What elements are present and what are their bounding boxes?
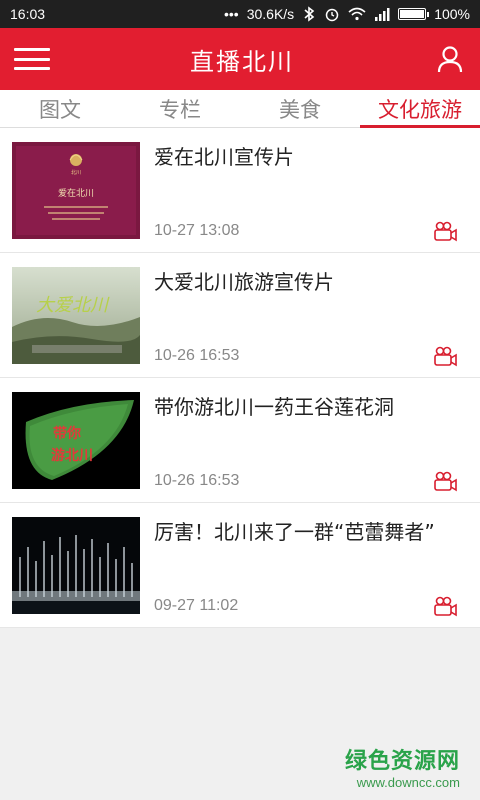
thumbnail-caption: 大爱北川 xyxy=(36,295,110,316)
item-info: 厉害！北川来了一群“芭蕾舞者” 09-27 11:02 xyxy=(140,517,468,617)
item-time: 10-27 13:08 xyxy=(154,222,240,239)
watermark-sub: www.downcc.com xyxy=(356,775,460,790)
item-title: 爱在北川宣传片 xyxy=(154,145,294,169)
category-tabs: 图文 专栏 美食 文化旅游 xyxy=(0,90,480,128)
item-title: 厉害！北川来了一群“芭蕾舞者” xyxy=(154,520,435,544)
list-item[interactable]: 厉害！北川来了一群“芭蕾舞者” 09-27 11:02 xyxy=(0,503,480,628)
more-dots-icon: ••• xyxy=(223,6,239,22)
tab-label: 图文 xyxy=(39,97,81,122)
list-item[interactable]: 北川 爱在北川 爱在北川宣传片 10-27 13:08 xyxy=(0,128,480,253)
battery-icon xyxy=(398,8,430,20)
thumbnail-caption: 爱在北川 xyxy=(58,187,94,199)
item-info: 带你游北川一药王谷莲花洞 10-26 16:53 xyxy=(140,392,468,492)
video-camera-icon xyxy=(434,221,457,242)
tab-meishi[interactable]: 美食 xyxy=(240,90,360,127)
status-right: ••• 30.6K/s 100% xyxy=(224,6,470,22)
item-info: 爱在北川宣传片 10-27 13:08 xyxy=(140,142,468,242)
thumbnail-caption: 带你 xyxy=(53,425,81,442)
item-meta: 10-26 16:53 xyxy=(154,470,468,492)
item-time: 10-26 16:53 xyxy=(154,347,240,364)
item-meta: 10-26 16:53 xyxy=(154,345,468,367)
video-thumbnail: 北川 爱在北川 xyxy=(12,142,140,239)
watermark: 绿色资源网 www.downcc.com xyxy=(345,743,460,790)
video-thumbnail: 大爱北川 xyxy=(12,267,140,364)
page-title: 直播北川 xyxy=(190,47,294,76)
video-camera-icon xyxy=(434,346,457,367)
tab-label: 专栏 xyxy=(159,97,201,122)
tab-tuwen[interactable]: 图文 xyxy=(0,90,120,127)
video-thumbnail: 带你 游北川 xyxy=(12,392,140,489)
signal-icon xyxy=(375,8,390,21)
item-title: 大爱北川旅游宣传片 xyxy=(154,270,334,294)
hamburger-menu-icon[interactable] xyxy=(14,45,50,73)
tab-wenhua-lvyou[interactable]: 文化旅游 xyxy=(360,90,480,128)
item-time: 09-27 11:02 xyxy=(154,597,239,614)
svg-text:北川: 北川 xyxy=(71,169,81,176)
item-meta: 09-27 11:02 xyxy=(154,595,468,617)
status-bar: 16:03 ••• 30.6K/s 100% xyxy=(0,0,480,28)
wifi-icon xyxy=(348,7,366,21)
list-item[interactable]: 大爱北川 大爱北川旅游宣传片 10-26 16:53 xyxy=(0,253,480,378)
watermark-main: 绿色资源网 xyxy=(344,749,460,774)
alarm-icon xyxy=(325,8,339,22)
video-list: 北川 爱在北川 爱在北川宣传片 10-27 13:08 大爱北川 大爱北川旅游宣… xyxy=(0,128,480,628)
bluetooth-icon xyxy=(304,6,315,22)
app-header: 直播北川 xyxy=(0,28,480,90)
item-info: 大爱北川旅游宣传片 10-26 16:53 xyxy=(140,267,468,367)
user-profile-icon[interactable] xyxy=(434,43,466,75)
tab-label: 美食 xyxy=(279,97,321,122)
item-time: 10-26 16:53 xyxy=(154,472,240,489)
video-camera-icon xyxy=(434,596,457,617)
status-time: 16:03 xyxy=(10,6,46,22)
item-meta: 10-27 13:08 xyxy=(154,220,468,242)
item-title: 带你游北川一药王谷莲花洞 xyxy=(154,395,394,419)
video-camera-icon xyxy=(434,471,457,492)
thumbnail-caption: 游北川 xyxy=(51,447,93,464)
tab-label: 文化旅游 xyxy=(378,97,462,122)
list-item[interactable]: 带你 游北川 带你游北川一药王谷莲花洞 10-26 16:53 xyxy=(0,378,480,503)
network-speed: 30.6K/s xyxy=(246,6,295,22)
tab-zhuanlan[interactable]: 专栏 xyxy=(120,90,240,127)
video-thumbnail xyxy=(12,517,140,614)
battery-percent: 100% xyxy=(434,6,470,22)
